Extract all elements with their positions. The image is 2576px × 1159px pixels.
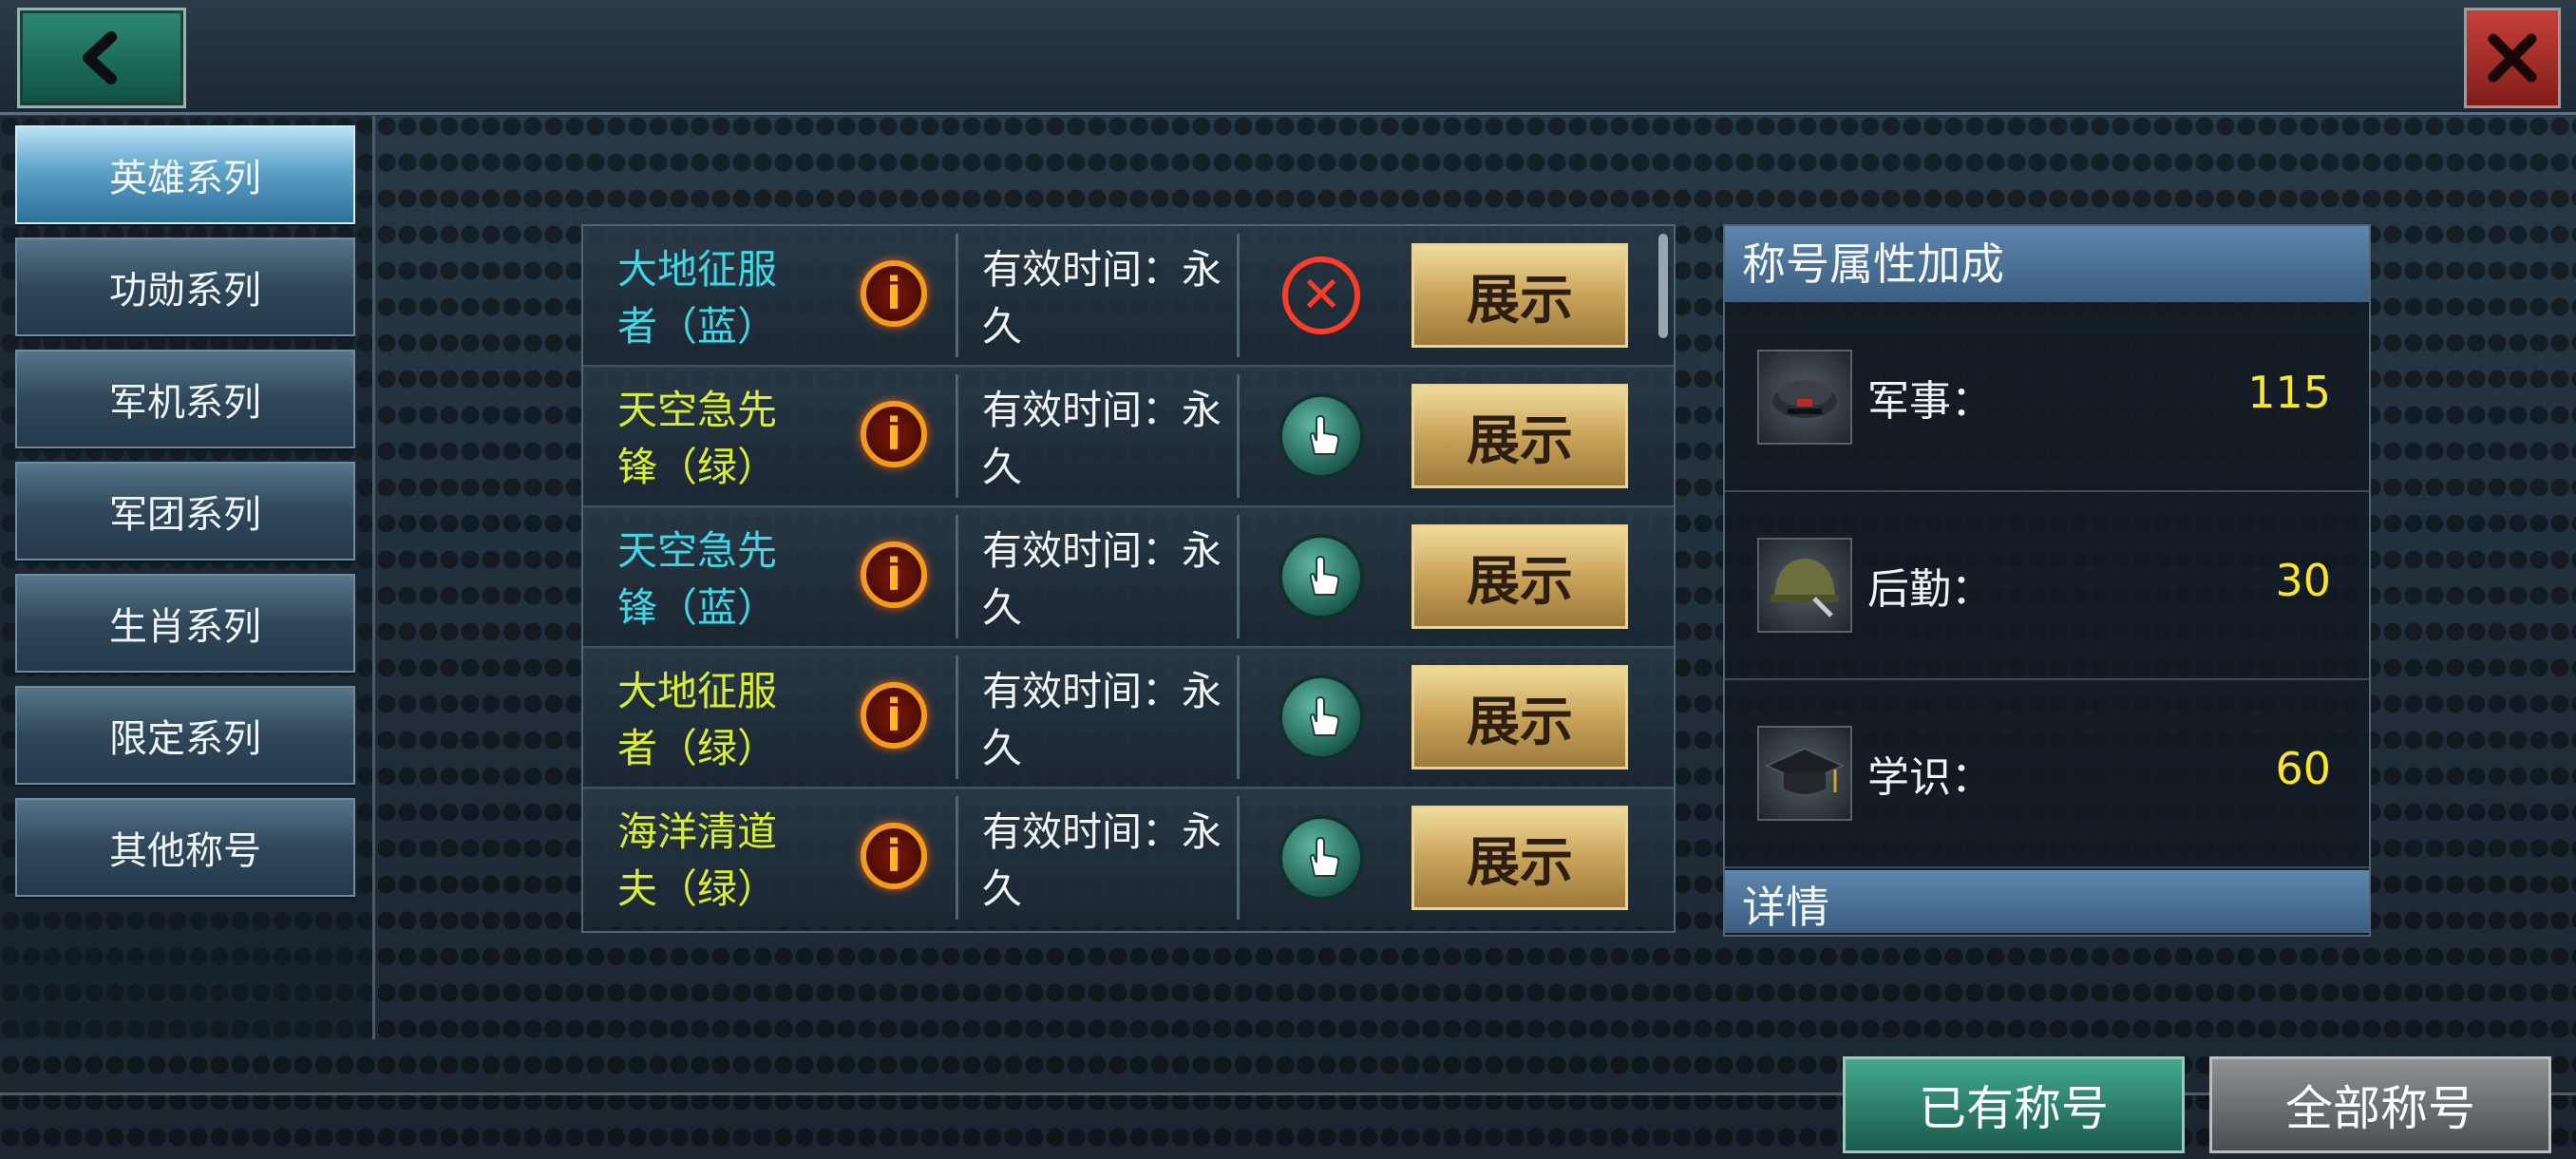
show-button[interactable]: 展示 [1411,665,1628,770]
close-button[interactable] [2464,8,2561,108]
info-icon[interactable]: i [861,823,927,889]
list-item: 大地征服者（绿） i 有效时间：永久 展示 [583,648,1674,789]
attribute-row-logistics: 后勤： 30 [1725,492,2369,680]
hand-pointer-icon[interactable] [1282,819,1360,897]
divider [1237,234,1240,357]
list-item: 海洋清道夫（绿） i 有效时间：永久 展示 [583,788,1674,927]
detail-header: 详情 [1725,870,2369,933]
info-icon[interactable]: i [861,682,927,749]
divider [1237,656,1240,779]
list-item: 天空急先锋（蓝） i 有效时间：永久 展示 [583,507,1674,649]
attribute-label: 学识： [1867,753,1993,802]
officer-cap-icon [1757,350,1852,445]
validity-text: 有效时间：永久 [982,246,1222,350]
validity-text: 有效时间：永久 [982,668,1222,771]
info-icon[interactable]: i [861,260,927,327]
title-name: 海洋清道夫（绿） [617,808,778,912]
attribute-row-knowledge: 学识： 60 [1725,680,2369,868]
attribute-row-military: 军事： 115 [1725,304,2369,492]
graduation-cap-icon [1757,726,1852,821]
chevron-left-icon [83,31,117,85]
sidebar-item-merit[interactable]: 功勋系列 [15,238,355,336]
top-bar [0,0,2576,115]
title-name: 大地征服者（蓝） [617,246,778,350]
divider [1237,515,1240,638]
attribute-panel: 称号属性加成 军事： 115 后勤： 30 学识： 60 详情 [1723,224,2371,937]
sidebar-item-legion[interactable]: 军团系列 [15,462,355,560]
info-icon[interactable]: i [861,401,927,467]
hand-pointer-icon[interactable] [1282,678,1360,756]
sidebar-item-zodiac[interactable]: 生肖系列 [15,574,355,673]
list-item: 大地征服者（蓝） i 有效时间：永久 ✕ 展示 [583,226,1674,368]
show-button[interactable]: 展示 [1411,524,1628,629]
cancel-icon[interactable]: ✕ [1282,256,1360,334]
attribute-label: 军事： [1867,377,1993,426]
title-list: 大地征服者（蓝） i 有效时间：永久 ✕ 展示 天空急先锋（绿） i 有效时间：… [581,224,1676,933]
tab-all-titles[interactable]: 全部称号 [2209,1056,2551,1153]
divider [956,515,958,638]
sidebar-item-limited[interactable]: 限定系列 [15,686,355,785]
back-button[interactable] [17,8,186,108]
tab-owned-titles[interactable]: 已有称号 [1843,1056,2185,1153]
divider [1237,796,1240,920]
title-name: 天空急先锋（绿） [617,387,778,490]
list-item: 天空急先锋（绿） i 有效时间：永久 展示 [583,367,1674,508]
close-icon [2488,33,2537,83]
validity-text: 有效时间：永久 [982,387,1222,490]
title-name: 天空急先锋（蓝） [617,527,778,631]
attribute-value: 60 [2275,743,2331,794]
hand-pointer-icon[interactable] [1282,538,1360,616]
divider [956,796,958,920]
attribute-header: 称号属性加成 [1725,226,2369,302]
info-icon[interactable]: i [861,542,927,608]
helmet-icon [1757,538,1852,633]
divider [1237,374,1240,498]
title-name: 大地征服者（绿） [617,668,778,771]
show-button[interactable]: 展示 [1411,806,1628,910]
attribute-label: 后勤： [1867,565,1993,614]
divider [956,656,958,779]
sidebar-item-aircraft[interactable]: 军机系列 [15,350,355,448]
divider [0,1092,2576,1095]
divider [956,234,958,357]
show-button[interactable]: 展示 [1411,384,1628,488]
attribute-value: 115 [2247,367,2331,418]
show-button[interactable]: 展示 [1411,243,1628,348]
divider [956,374,958,498]
sidebar-item-hero[interactable]: 英雄系列 [15,125,355,224]
validity-text: 有效时间：永久 [982,808,1222,912]
list-scrollbar[interactable] [1658,234,1668,338]
validity-text: 有效时间：永久 [982,527,1222,631]
attribute-value: 30 [2275,555,2331,606]
hand-pointer-icon[interactable] [1282,397,1360,475]
sidebar-item-other[interactable]: 其他称号 [15,798,355,897]
